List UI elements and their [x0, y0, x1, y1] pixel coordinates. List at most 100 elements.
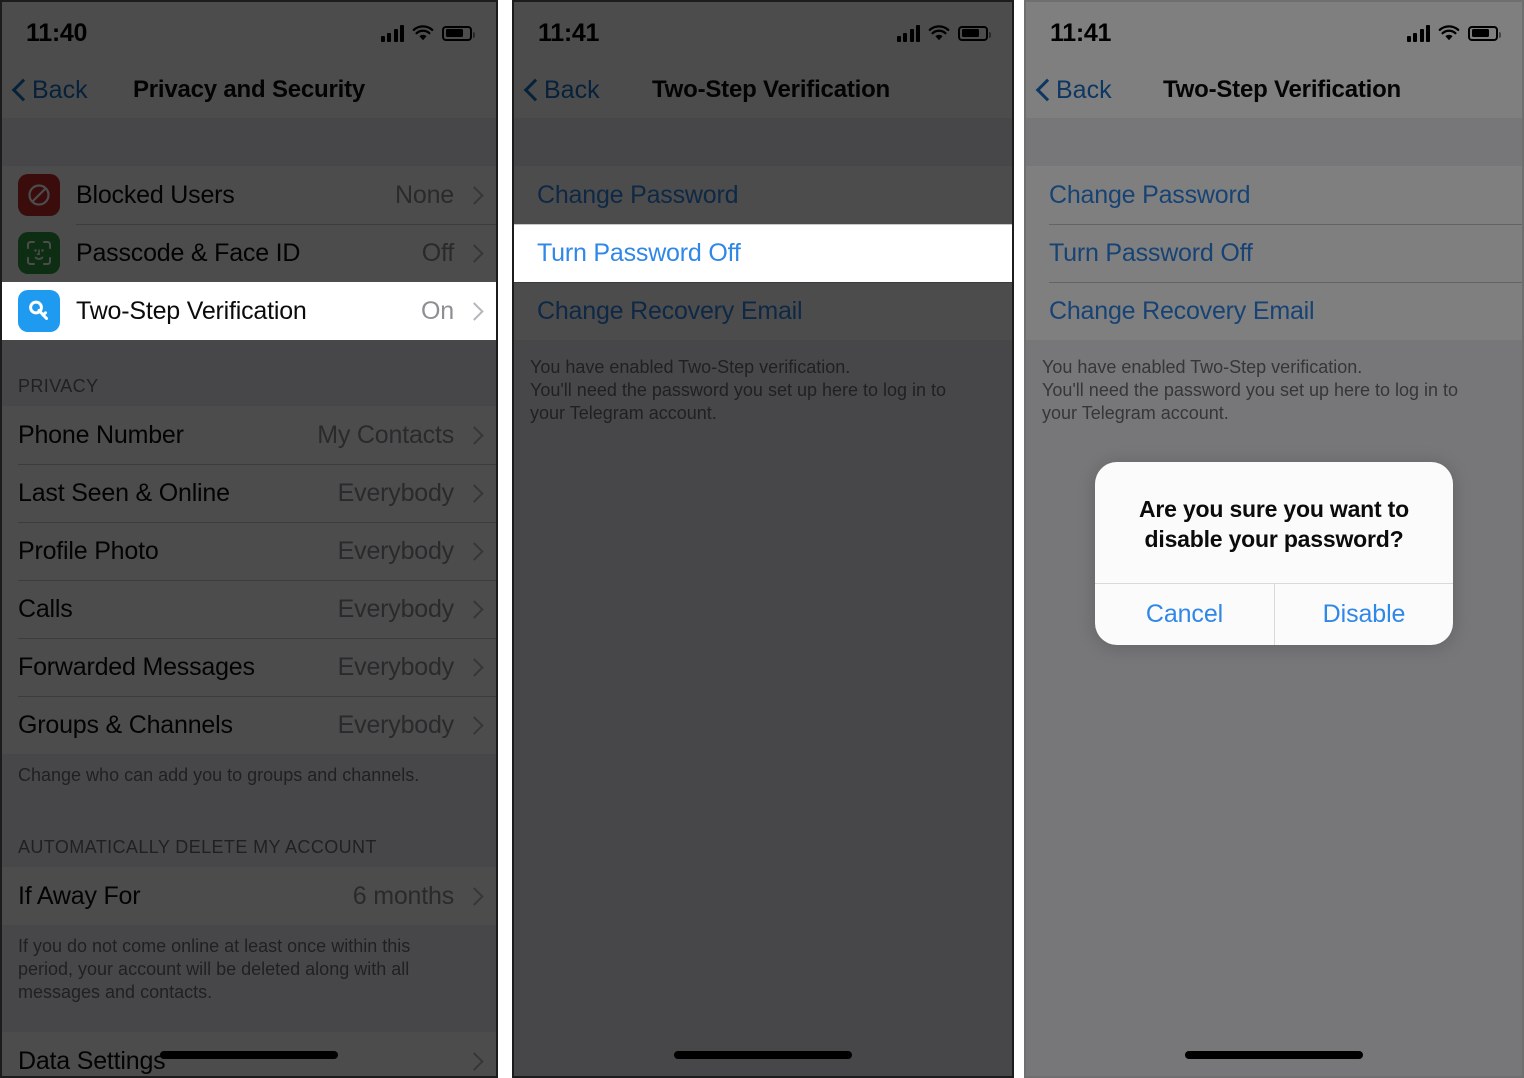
home-indicator[interactable]	[674, 1051, 852, 1059]
battery-icon	[958, 25, 991, 41]
back-button[interactable]: Back	[1024, 76, 1112, 105]
panel-gap-1	[498, 0, 512, 1078]
status-clock: 11:40	[26, 18, 88, 47]
row-label: Groups & Channels	[18, 710, 233, 739]
status-bar: 11:41	[512, 0, 1014, 62]
empty-list-area	[512, 486, 1014, 1078]
row-value: Everybody	[337, 536, 455, 565]
disable-button[interactable]: Disable	[1274, 583, 1453, 645]
blocked-users-icon	[18, 174, 60, 216]
row-if-away-for[interactable]: If Away For 6 months	[0, 867, 498, 926]
alert-title: Are you sure you want to disable your pa…	[1139, 496, 1409, 553]
row-value: Everybody	[337, 652, 455, 681]
cancel-button[interactable]: Cancel	[1095, 584, 1274, 645]
row-value: Off	[421, 238, 454, 267]
nav-bar: Back Two-Step Verification	[1024, 62, 1524, 118]
row-value: On	[421, 296, 454, 325]
row-value: Everybody	[337, 710, 455, 739]
section-header-privacy: PRIVACY	[0, 340, 498, 406]
link-change-password[interactable]: Change Password	[1024, 166, 1524, 224]
status-indicators	[896, 21, 991, 42]
row-phone-number[interactable]: Phone Number My Contacts	[0, 406, 498, 464]
status-clock: 11:41	[1050, 18, 1112, 47]
link-turn-password-off[interactable]: Turn Password Off	[512, 224, 1014, 282]
two-step-links-group: Change Password Turn Password Off Change…	[1024, 166, 1524, 340]
alert-body: Are you sure you want to disable your pa…	[1095, 462, 1453, 583]
two-step-verification-group: Two-Step Verification On	[0, 282, 498, 340]
two-step-links-group-top: Change Password	[512, 166, 1014, 224]
back-button-label: Back	[544, 75, 600, 104]
cellular-bars-icon	[1406, 24, 1430, 42]
two-step-footer-text: You have enabled Two-Step verification. …	[1024, 340, 1524, 426]
section-header-auto-delete: AUTOMATICALLY DELETE MY ACCOUNT	[0, 787, 498, 868]
row-label: If Away For	[18, 881, 141, 910]
status-indicators	[1406, 21, 1501, 42]
chevron-right-icon	[468, 185, 480, 205]
phone-panel-1: 11:40 Back Privacy and Security Blocked …	[0, 0, 498, 1078]
status-bar: 11:40	[0, 0, 498, 62]
privacy-group: Phone Number My Contacts Last Seen & Onl…	[0, 406, 498, 754]
row-forwarded-messages[interactable]: Forwarded Messages Everybody	[0, 638, 498, 696]
two-step-footer-text: You have enabled Two-Step verification. …	[512, 340, 1014, 426]
link-turn-password-off[interactable]: Turn Password Off	[1024, 224, 1524, 282]
chevron-left-icon	[13, 79, 26, 101]
row-blocked-users[interactable]: Blocked Users None	[0, 166, 498, 224]
nav-bar: Back Two-Step Verification	[512, 62, 1014, 118]
back-button[interactable]: Back	[512, 76, 600, 105]
row-value: None	[395, 180, 454, 209]
row-value: 6 months	[352, 881, 454, 910]
row-label: Blocked Users	[76, 180, 235, 209]
link-change-password[interactable]: Change Password	[512, 166, 1014, 224]
status-clock: 11:41	[538, 18, 600, 47]
back-button-label: Back	[32, 75, 88, 104]
list-top-spacer	[1024, 118, 1524, 166]
alert-actions: Cancel Disable	[1095, 582, 1453, 645]
chevron-right-icon	[468, 301, 480, 321]
wifi-icon	[1438, 24, 1460, 42]
chevron-right-icon	[468, 715, 480, 735]
cellular-bars-icon	[896, 24, 920, 42]
battery-icon	[1468, 25, 1501, 41]
row-label: Two-Step Verification	[76, 296, 307, 325]
row-last-seen-online[interactable]: Last Seen & Online Everybody	[0, 464, 498, 522]
list-top-spacer	[512, 118, 1014, 166]
row-value: Everybody	[337, 478, 455, 507]
row-label: Phone Number	[18, 420, 184, 449]
row-two-step-verification[interactable]: Two-Step Verification On	[0, 282, 498, 340]
battery-icon	[442, 25, 475, 41]
phone-screen-1: 11:40 Back Privacy and Security Blocked …	[0, 0, 498, 1078]
screenshot-stage: 11:40 Back Privacy and Security Blocked …	[0, 0, 1524, 1078]
back-button[interactable]: Back	[0, 76, 88, 105]
row-value: Everybody	[337, 594, 455, 623]
status-indicators	[380, 21, 475, 42]
auto-delete-group: If Away For 6 months	[0, 867, 498, 926]
phone-panel-3: 11:41 Back Two-Step Verification Change …	[1024, 0, 1524, 1078]
face-id-icon	[18, 232, 60, 274]
chevron-right-icon	[468, 599, 480, 619]
link-change-recovery-email[interactable]: Change Recovery Email	[1024, 282, 1524, 340]
row-profile-photo[interactable]: Profile Photo Everybody	[0, 522, 498, 580]
chevron-right-icon	[468, 541, 480, 561]
link-change-recovery-email[interactable]: Change Recovery Email	[512, 282, 1014, 340]
chevron-right-icon	[468, 886, 480, 906]
phone-screen-3: 11:41 Back Two-Step Verification Change …	[1024, 0, 1524, 1078]
phone-screen-2: 11:41 Back Two-Step Verification Change …	[512, 0, 1014, 1078]
chevron-left-icon	[525, 79, 538, 101]
chevron-left-icon	[1037, 79, 1050, 101]
row-groups-channels[interactable]: Groups & Channels Everybody	[0, 696, 498, 754]
turn-password-off-highlight: Turn Password Off	[512, 224, 1014, 282]
list-top-spacer	[0, 118, 498, 166]
list-gap	[0, 1004, 498, 1033]
wifi-icon	[412, 24, 434, 42]
home-indicator[interactable]	[1185, 1051, 1363, 1059]
auto-delete-group-footer: If you do not come online at least once …	[0, 925, 498, 1005]
home-indicator[interactable]	[160, 1051, 338, 1059]
row-passcode-face-id[interactable]: Passcode & Face ID Off	[0, 224, 498, 282]
row-calls[interactable]: Calls Everybody	[0, 580, 498, 638]
row-label: Forwarded Messages	[18, 652, 255, 681]
security-group: Blocked Users None Passcode & Face ID Of…	[0, 166, 498, 282]
key-icon	[18, 290, 60, 332]
chevron-right-icon	[468, 483, 480, 503]
chevron-right-icon	[468, 425, 480, 445]
chevron-right-icon	[468, 243, 480, 263]
